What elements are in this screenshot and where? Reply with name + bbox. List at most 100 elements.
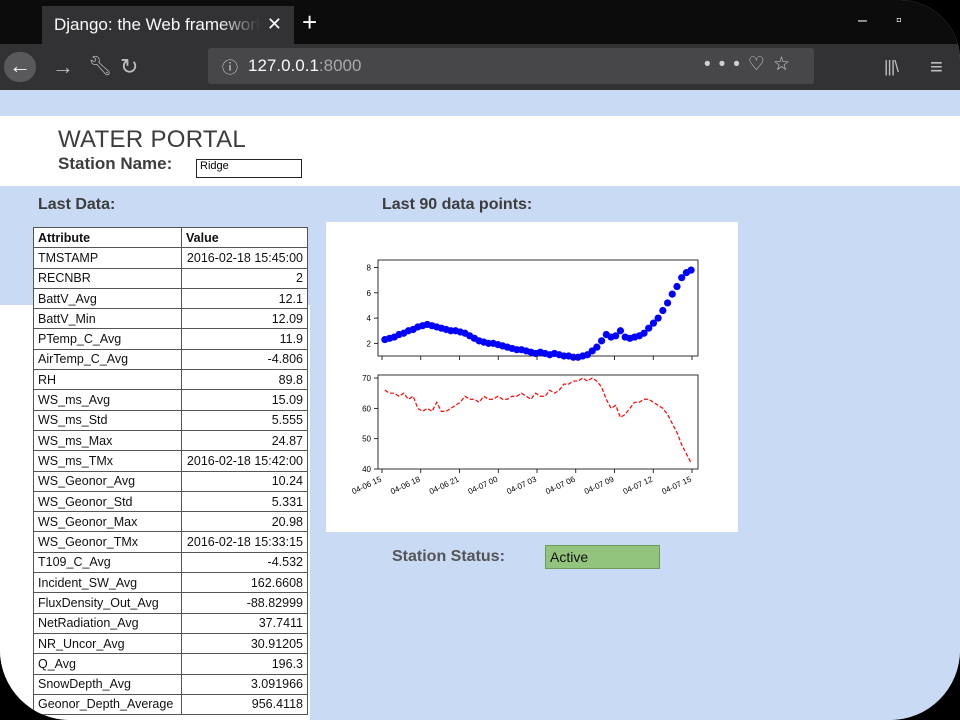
attribute-cell: WS_ms_TMx: [33, 450, 182, 472]
table-row: WS_Geonor_Std 5.331: [33, 490, 308, 513]
bottom-axes-frame: [377, 374, 699, 470]
page-title: WATER PORTAL: [58, 126, 247, 153]
library-icon[interactable]: |||\: [884, 53, 899, 81]
data-point: [663, 299, 672, 307]
last-points-label: Last 90 data points:: [382, 196, 533, 213]
attribute-cell: WS_Geonor_Avg: [33, 470, 182, 492]
value-cell: 162.6608: [181, 572, 308, 594]
x-tick-label: 04-07 15: [660, 474, 693, 496]
value-cell: 956.4118: [181, 693, 308, 716]
table-row: WS_ms_Avg 15.09: [33, 389, 308, 411]
data-point: [616, 327, 625, 335]
minimize-icon[interactable]: –: [858, 12, 867, 30]
attribute-cell: WS_Geonor_Std: [33, 490, 182, 513]
value-cell: 2016-02-18 15:42:00: [181, 450, 308, 472]
value-cell: 12.09: [181, 308, 308, 330]
x-tick-label: 04-06 21: [428, 474, 461, 496]
maximize-icon[interactable]: ▫: [896, 12, 902, 30]
attribute-cell: BattV_Avg: [33, 287, 182, 310]
attribute-cell: WS_Geonor_Max: [33, 511, 182, 533]
bottom-y-tick-label: 40: [362, 465, 371, 474]
table-header-row: Attribute Value: [33, 226, 308, 249]
bookmark-star-icon[interactable]: ☆: [773, 54, 798, 75]
temperature-line: [384, 377, 692, 464]
value-cell: -4.806: [181, 348, 308, 371]
back-icon[interactable]: ←: [4, 52, 36, 82]
value-cell: 15.09: [181, 389, 308, 411]
station-name-input[interactable]: Ridge: [196, 159, 302, 178]
attribute-header: Attribute: [33, 226, 182, 249]
attribute-cell: WS_ms_Max: [33, 429, 182, 452]
page: WATER PORTAL Station Name: Ridge Last Da…: [0, 90, 960, 720]
menu-icon[interactable]: ≡: [930, 53, 943, 81]
value-header: Value: [181, 226, 308, 249]
info-icon[interactable]: ⓘ: [222, 54, 238, 78]
table-row: FluxDensity_Out_Avg -88.82999: [33, 592, 308, 614]
x-tick-label: 04-07 12: [622, 474, 655, 496]
data-point: [673, 282, 681, 291]
attribute-cell: RH: [33, 369, 182, 391]
reload-icon[interactable]: ↻: [120, 53, 138, 81]
attribute-cell: TMSTAMP: [33, 247, 182, 269]
value-cell: 3.091966: [181, 673, 308, 695]
top-axes-frame: [377, 259, 699, 357]
value-cell: 2016-02-18 15:33:15: [181, 531, 308, 553]
table-row: Incident_SW_Avg 162.6608: [33, 572, 308, 594]
url-bar[interactable]: ⓘ 127.0.0.1:8000 •••♡☆: [208, 48, 814, 84]
screen: Django: the Web framework ✕ + – ▫ ← → 🔧︎…: [0, 0, 960, 720]
table-row: RH 89.8: [33, 369, 308, 391]
last-data-table: Attribute Value TMSTAMP 2016-02-18 15:45:…: [33, 226, 308, 716]
x-tick-label: 04-07 03: [505, 474, 538, 496]
pocket-icon[interactable]: ♡: [748, 54, 773, 75]
value-cell: 12.1: [181, 287, 308, 310]
table-row: WS_ms_Std 5.555: [33, 409, 308, 431]
attribute-cell: Incident_SW_Avg: [33, 572, 182, 594]
wrench-icon[interactable]: 🔧︎: [88, 53, 112, 81]
forward-icon[interactable]: →: [52, 53, 74, 81]
attribute-cell: WS_ms_Avg: [33, 389, 182, 411]
close-tab-icon[interactable]: ✕: [267, 14, 282, 35]
table-row: WS_Geonor_Max 20.98: [33, 511, 308, 533]
value-cell: -4.532: [181, 551, 308, 574]
attribute-cell: SnowDepth_Avg: [33, 673, 182, 695]
url-port: :8000: [318, 56, 362, 75]
table-row: Q_Avg 196.3: [33, 653, 308, 675]
bottom-y-tick-label: 70: [362, 374, 371, 383]
tab-title: Django: the Web framework: [54, 15, 260, 34]
attribute-cell: RECNBR: [33, 267, 182, 289]
value-cell: 11.9: [181, 328, 308, 350]
value-cell: 10.24: [181, 470, 308, 492]
table-row: WS_Geonor_Avg 10.24: [33, 470, 308, 492]
attribute-cell: Q_Avg: [33, 653, 182, 675]
url-host: 127.0.0.1: [248, 56, 319, 75]
x-tick-label: 04-06 18: [389, 474, 422, 496]
top-y-tick-label: 2: [367, 339, 372, 348]
bottom-y-tick-label: 60: [362, 404, 371, 413]
data-point: [598, 337, 606, 345]
value-cell: -88.82999: [181, 592, 308, 614]
value-cell: 196.3: [181, 653, 308, 675]
table-row: PTemp_C_Avg 11.9: [33, 328, 308, 350]
tab-bar: Django: the Web framework ✕ + – ▫: [0, 0, 960, 44]
table-row: TMSTAMP 2016-02-18 15:45:00: [33, 247, 308, 269]
data-point: [654, 314, 662, 322]
table-row: Geonor_Depth_Average 956.4118: [33, 693, 308, 716]
browser-tab[interactable]: Django: the Web framework ✕: [42, 6, 294, 44]
bottom-y-tick-label: 50: [362, 435, 371, 444]
x-tick-label: 04-07 09: [583, 474, 616, 496]
data-point: [659, 306, 667, 315]
more-actions-icon[interactable]: •••: [704, 54, 748, 75]
table-row: RECNBR 2: [33, 267, 308, 289]
station-name-label: Station Name:: [58, 154, 173, 173]
table-row: SnowDepth_Avg 3.091966: [33, 673, 308, 695]
attribute-cell: NetRadiation_Avg: [33, 612, 182, 634]
attribute-cell: NR_Uncor_Avg: [33, 632, 182, 655]
table-row: NetRadiation_Avg 37.7411: [33, 612, 308, 634]
new-tab-icon[interactable]: +: [302, 7, 317, 37]
table-row: NR_Uncor_Avg 30.91205: [33, 632, 308, 655]
data-point: [593, 343, 601, 351]
table-row: BattV_Avg 12.1: [33, 287, 308, 310]
station-status-value: Active: [545, 545, 660, 569]
station-status-label: Station Status:: [392, 548, 505, 565]
top-y-tick-label: 4: [367, 314, 372, 323]
